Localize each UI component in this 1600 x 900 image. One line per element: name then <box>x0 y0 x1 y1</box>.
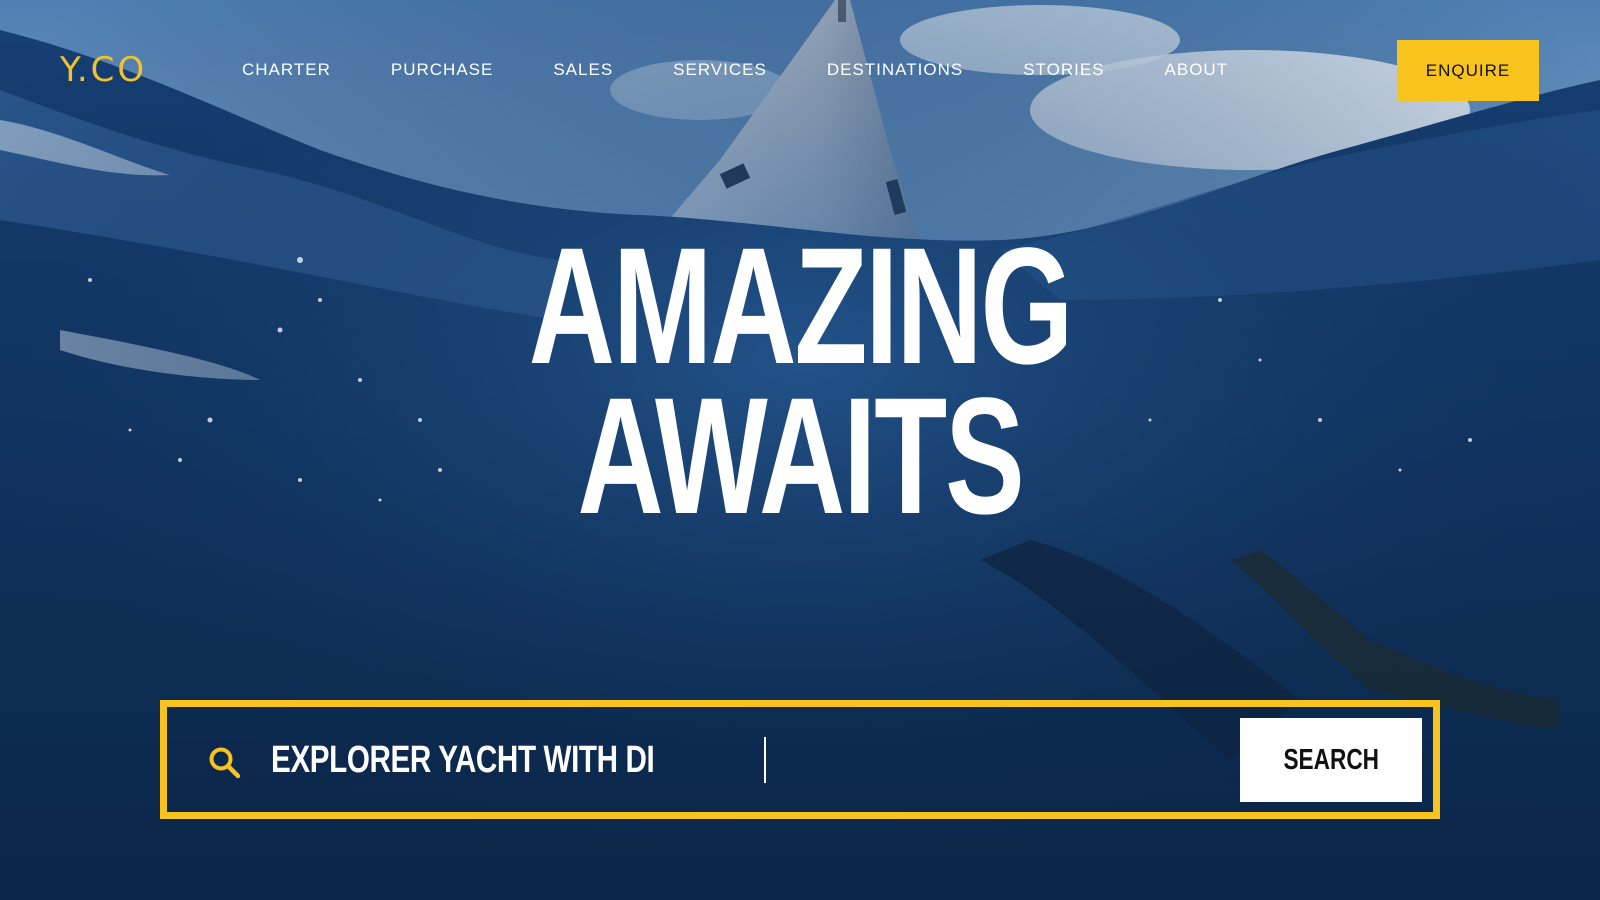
hero-headline: AMAZING AWAITS <box>224 214 1376 549</box>
nav-item-sales[interactable]: SALES <box>553 58 613 82</box>
enquire-button[interactable]: ENQUIRE <box>1397 40 1539 101</box>
nav-item-purchase[interactable]: PURCHASE <box>391 58 493 82</box>
search-bar: EXPLORER YACHT WITH DI SEARCH <box>160 700 1440 819</box>
nav-item-charter[interactable]: CHARTER <box>242 58 331 82</box>
search-button-label: SEARCH <box>1283 743 1379 776</box>
nav-item-about[interactable]: ABOUT <box>1165 58 1229 82</box>
nav-item-stories[interactable]: STORIES <box>1023 58 1104 82</box>
main-nav: CHARTER PURCHASE SALES SERVICES DESTINAT… <box>242 58 1228 82</box>
text-caret <box>763 737 766 783</box>
nav-item-destinations[interactable]: DESTINATIONS <box>827 58 963 82</box>
search-icon <box>207 745 243 781</box>
logo-text: Y.CO <box>60 50 148 90</box>
search-input-value: EXPLORER YACHT WITH DI <box>271 738 655 781</box>
brand-logo[interactable]: Y.CO <box>60 50 148 90</box>
nav-item-services[interactable]: SERVICES <box>673 58 767 82</box>
headline-line-2: AWAITS <box>577 364 1024 549</box>
search-input[interactable]: EXPLORER YACHT WITH DI <box>271 727 1151 793</box>
headline-line-1: AMAZING <box>528 214 1074 399</box>
search-button[interactable]: SEARCH <box>1240 718 1422 802</box>
